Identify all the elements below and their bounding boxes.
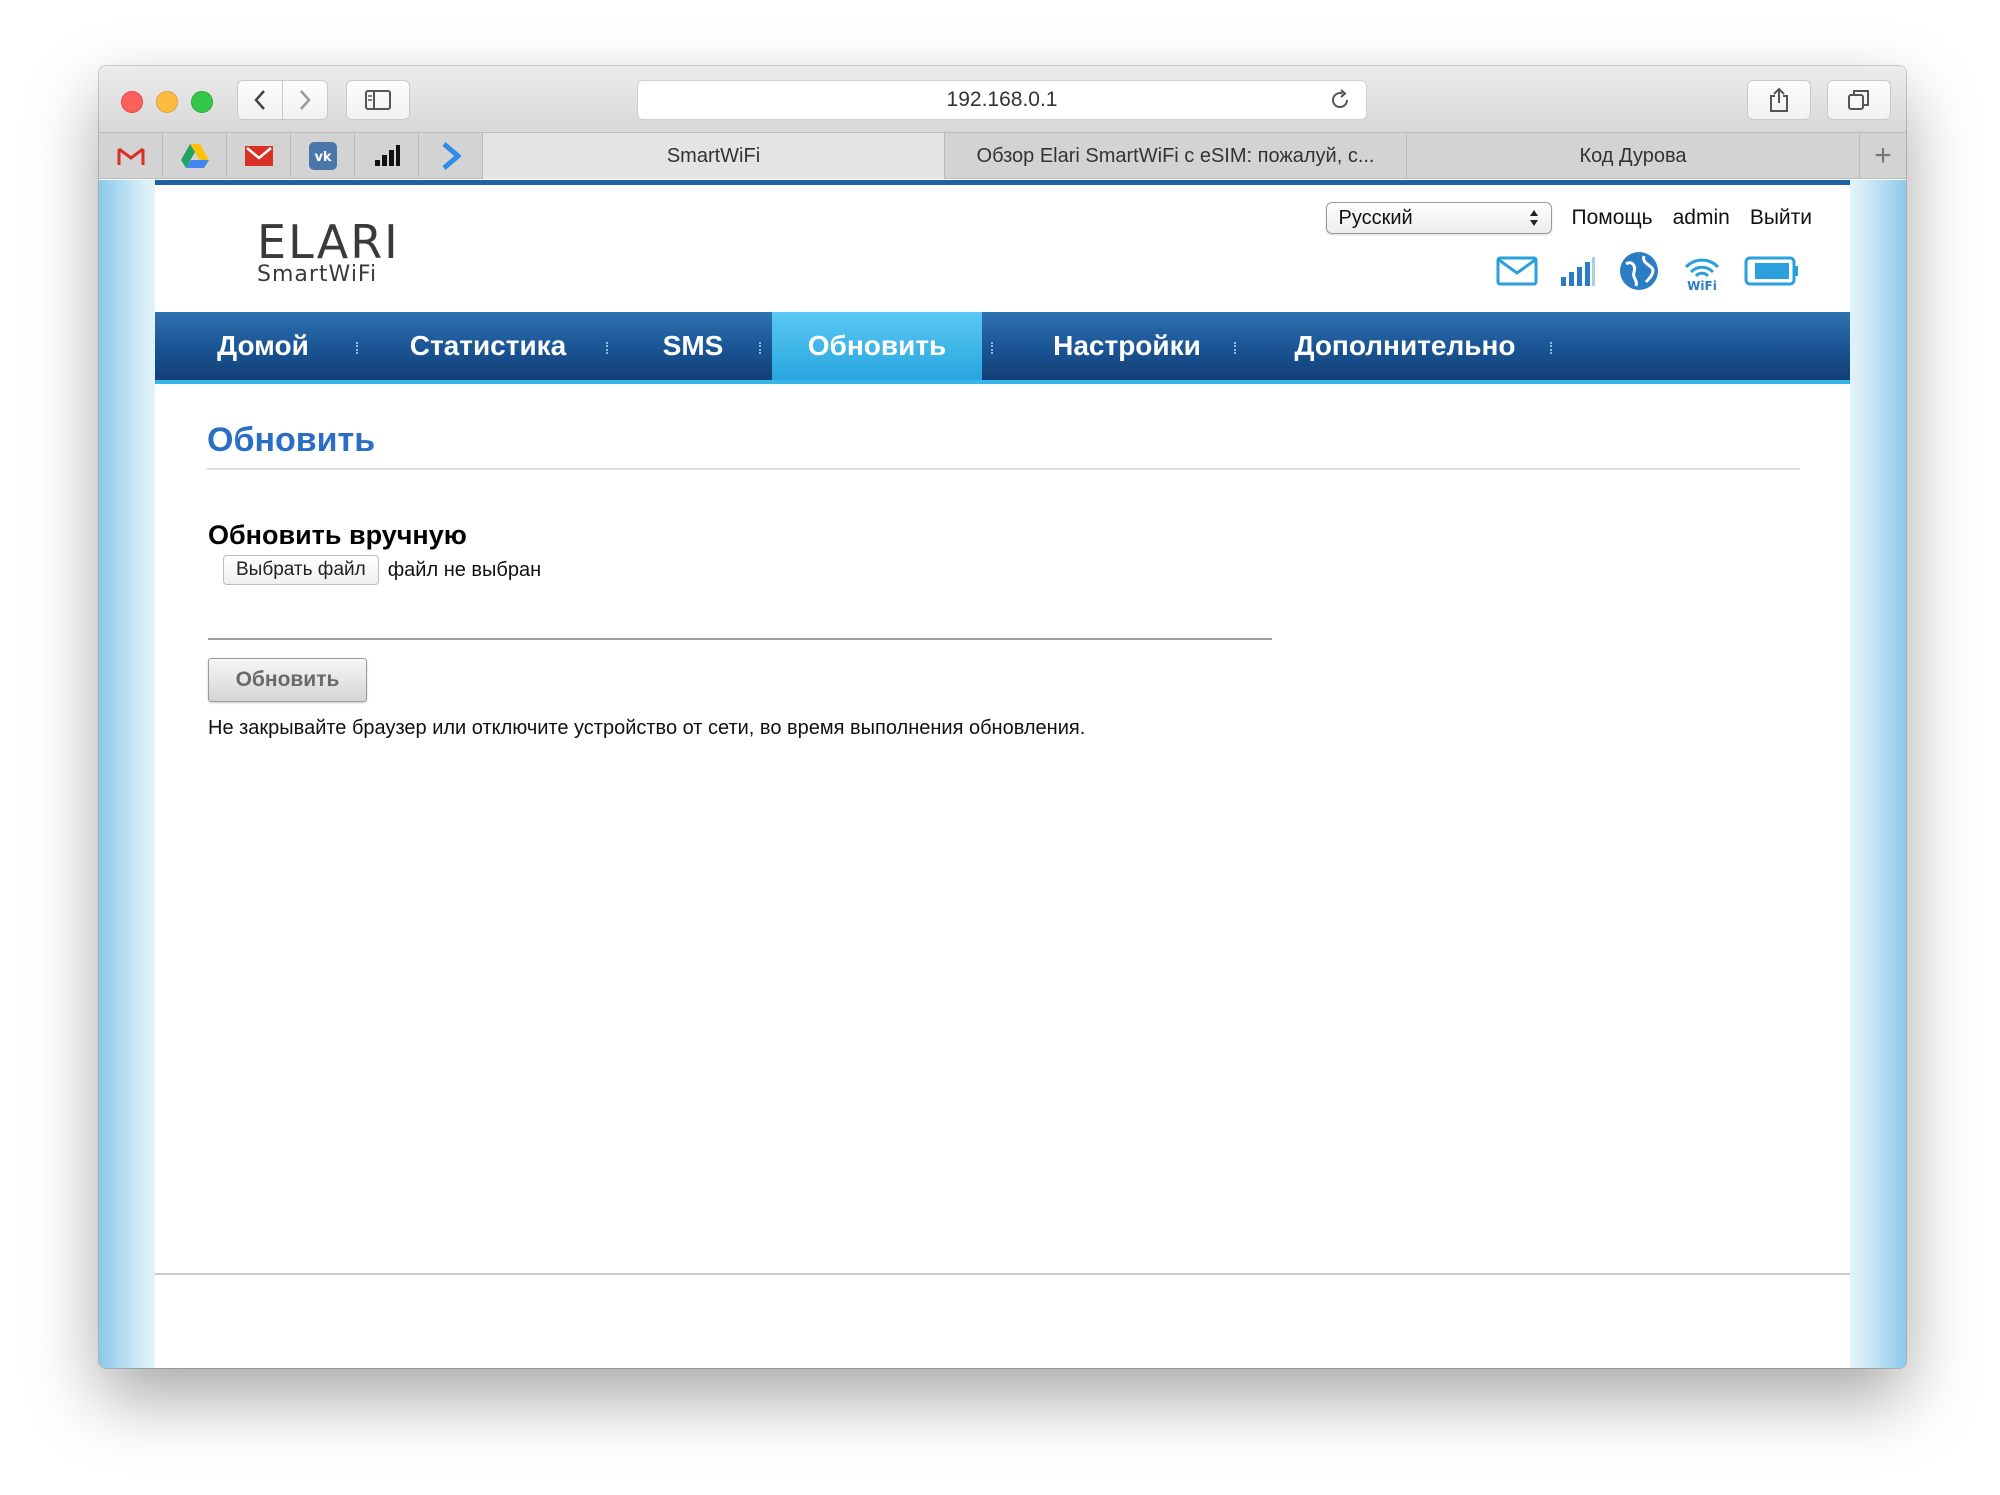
nav-item-statistics[interactable]: Статистика — [381, 312, 595, 380]
select-arrows-icon — [1529, 210, 1538, 226]
username: admin — [1672, 206, 1730, 229]
elari-logo[interactable]: ELARI SmartWiFi — [257, 219, 400, 287]
footer-divider — [155, 1273, 1850, 1275]
main-nav: Домой Статистика SMS Обновить Настройки … — [155, 312, 1850, 384]
logo-main-text: ELARI — [257, 215, 400, 269]
nav-separator — [759, 342, 761, 354]
logout-link[interactable]: Выйти — [1750, 206, 1812, 230]
share-button[interactable] — [1747, 80, 1811, 120]
tab-label: Код Дурова — [1579, 144, 1687, 167]
nav-item-sms[interactable]: SMS — [631, 312, 755, 380]
nav-item-settings[interactable]: Настройки — [1010, 312, 1244, 380]
section-title: Обновить вручную — [208, 520, 467, 550]
nav-label: Дополнительно — [1294, 330, 1516, 361]
nav-separator — [1234, 342, 1236, 354]
signal-bars-icon — [374, 145, 400, 166]
pinned-tab-signal[interactable] — [355, 133, 419, 179]
help-link[interactable]: Помощь — [1572, 206, 1653, 230]
internet-globe-icon — [1620, 252, 1658, 290]
nav-separator — [606, 342, 608, 354]
update-button[interactable]: Обновить — [208, 658, 367, 702]
tab-label: Обзор Elari SmartWiFi с eSIM: пожалуй, с… — [976, 144, 1375, 167]
nav-label: Обновить — [807, 330, 947, 361]
chevron-left-icon — [254, 90, 265, 110]
back-button[interactable] — [237, 80, 283, 120]
sms-envelope-icon[interactable] — [1496, 256, 1538, 286]
pinned-tab-mail[interactable] — [227, 133, 291, 179]
language-select[interactable]: Русский — [1325, 202, 1552, 234]
tabs-icon — [1848, 90, 1869, 110]
close-window-button[interactable] — [121, 91, 143, 113]
file-status-text: файл не выбран — [387, 558, 542, 581]
gmail-icon — [117, 147, 144, 165]
nav-label: Домой — [217, 330, 309, 361]
browser-toolbar: 192.168.0.1 — [99, 66, 1906, 132]
sidebar-icon — [365, 90, 391, 110]
tab-strip: vk SmartWiFi Обзор Elari SmartWiFi с eSI… — [99, 132, 1906, 179]
minimize-window-button[interactable] — [156, 91, 178, 113]
address-text: 192.168.0.1 — [946, 88, 1058, 111]
nav-item-advanced[interactable]: Дополнительно — [1260, 312, 1550, 380]
pinned-tab-arrow[interactable] — [419, 133, 483, 179]
signal-strength-icon — [1561, 257, 1595, 286]
plus-icon: + — [1874, 139, 1892, 172]
update-warning-text: Не закрывайте браузер или отключите устр… — [208, 717, 1086, 739]
header-links: Русский Помощь admin Выйти — [1325, 202, 1812, 234]
svg-text:WiFi: WiFi — [1687, 279, 1717, 291]
file-upload-row: Выбрать файл файл не выбран — [223, 555, 541, 585]
nav-item-home[interactable]: Домой — [195, 312, 331, 380]
address-bar[interactable]: 192.168.0.1 — [637, 80, 1367, 120]
pinned-tab-drive[interactable] — [163, 133, 227, 179]
nav-label: Статистика — [409, 330, 567, 361]
svg-text:vk: vk — [314, 150, 331, 165]
nav-separator — [356, 342, 358, 354]
choose-file-button[interactable]: Выбрать файл — [223, 555, 379, 585]
maximize-window-button[interactable] — [191, 91, 213, 113]
share-icon — [1770, 87, 1788, 112]
browser-window: 192.168.0.1 vk SmartWiFi Обзор Elari Sma… — [99, 66, 1906, 1368]
forward-button[interactable] — [282, 80, 328, 120]
title-divider — [207, 468, 1800, 470]
chevron-right-icon — [300, 90, 311, 110]
sidebar-toggle-button[interactable] — [346, 80, 410, 120]
language-value: Русский — [1338, 206, 1413, 229]
page-title: Обновить — [207, 421, 376, 459]
tab-smartwifi[interactable]: SmartWiFi — [483, 133, 945, 179]
nav-label: Настройки — [1053, 330, 1201, 361]
vk-icon: vk — [308, 142, 337, 170]
tab-overview-button[interactable] — [1827, 80, 1891, 120]
arrow-icon — [441, 142, 461, 170]
status-icons: WiFi — [1496, 250, 1800, 292]
tab-label: SmartWiFi — [666, 144, 761, 167]
nav-item-update[interactable]: Обновить — [772, 312, 982, 380]
battery-icon — [1744, 256, 1798, 286]
form-divider — [208, 638, 1272, 640]
nav-separator — [991, 342, 993, 354]
google-drive-icon — [180, 144, 209, 168]
pinned-tab-vk[interactable]: vk — [291, 133, 355, 179]
nav-label: SMS — [662, 330, 724, 361]
new-tab-button[interactable]: + — [1860, 133, 1906, 179]
router-page: ELARI SmartWiFi Русский Помощь admin Вый… — [155, 180, 1850, 1368]
mail-icon — [244, 146, 273, 166]
pinned-tab-gmail[interactable] — [99, 133, 163, 179]
tab-article[interactable]: Обзор Elari SmartWiFi с eSIM: пожалуй, с… — [945, 133, 1407, 179]
nav-separator — [1550, 342, 1552, 354]
tab-kod-durova[interactable]: Код Дурова — [1407, 133, 1860, 179]
web-viewport: ELARI SmartWiFi Русский Помощь admin Вый… — [99, 180, 1906, 1368]
wifi-icon: WiFi — [1684, 258, 1720, 291]
reload-icon[interactable] — [1328, 88, 1352, 112]
